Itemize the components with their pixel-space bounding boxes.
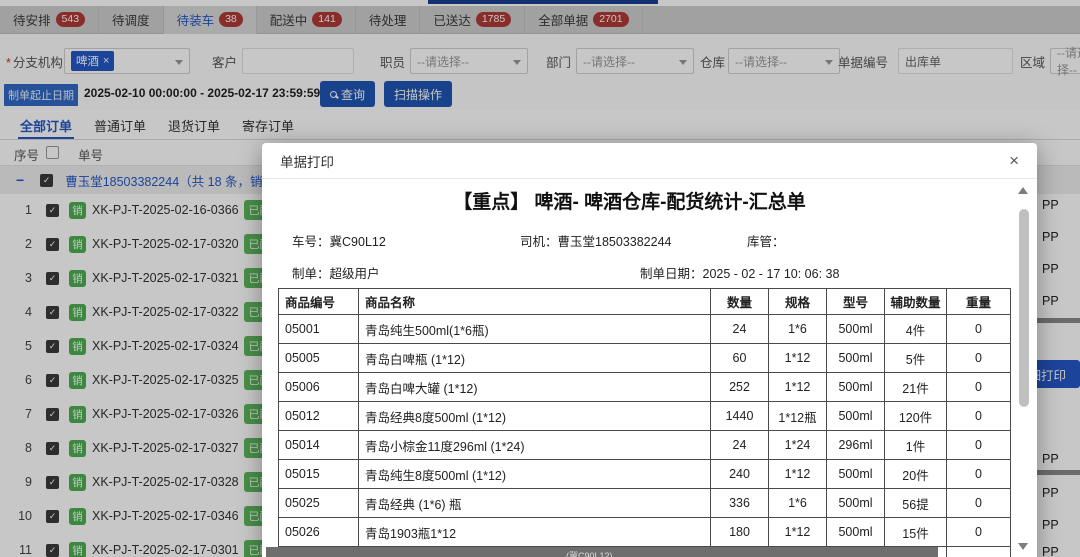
product-cell: 1*12 [769, 460, 827, 489]
product-cell: 青岛纯生8度500ml (1*12) [359, 460, 711, 489]
product-cell: 1*24 [769, 431, 827, 460]
product-row: 05001青岛纯生500ml(1*6瓶)241*6500ml4件0 [279, 315, 1011, 344]
product-row: 05012青岛经典8度500ml (1*12)14401*12瓶500ml120… [279, 402, 1011, 431]
make-date-info: 制单日期：2025 - 02 - 17 10: 06: 38 [640, 263, 839, 282]
product-cell: 15件 [885, 518, 947, 547]
product-cell: 1*12 [769, 518, 827, 547]
product-cell: 05012 [279, 402, 359, 431]
product-cell: 5件 [885, 344, 947, 373]
product-cell: 1*12 [769, 344, 827, 373]
product-cell: 4件 [885, 315, 947, 344]
product-cell: 05025 [279, 489, 359, 518]
product-cell: 24 [711, 315, 769, 344]
page-footer-fragment: (冀C90L12) [566, 549, 613, 557]
column-header: 辅助数量 [885, 289, 947, 315]
product-cell: 252 [711, 373, 769, 402]
product-cell: 1*12 [769, 373, 827, 402]
maker-info: 制单：超级用户 [292, 263, 380, 282]
product-cell: 青岛白啤瓶 (1*12) [359, 344, 711, 373]
product-cell: 0 [947, 402, 1011, 431]
product-row: 05005青岛白啤瓶 (1*12)601*12500ml5件0 [279, 344, 1011, 373]
product-cell: 青岛经典 (1*6) 瓶 [359, 489, 711, 518]
product-summary-table: 商品编号商品名称数量规格型号辅助数量重量 05001青岛纯生500ml(1*6瓶… [278, 288, 1011, 557]
print-dialog-title: 单据打印 [280, 151, 334, 171]
product-cell: 296ml [827, 431, 885, 460]
print-dialog-header: 单据打印 × [262, 143, 1037, 179]
column-header: 商品编号 [279, 289, 359, 315]
keeper-info: 库管： [747, 231, 785, 250]
close-icon[interactable]: × [1009, 152, 1019, 169]
product-cell: 0 [947, 373, 1011, 402]
product-cell: 20件 [885, 460, 947, 489]
product-cell: 500ml [827, 344, 885, 373]
product-cell: 05014 [279, 431, 359, 460]
product-cell: 1*6 [769, 315, 827, 344]
column-header: 商品名称 [359, 289, 711, 315]
product-cell: 0 [947, 431, 1011, 460]
product-cell: 500ml [827, 460, 885, 489]
product-cell: 青岛白啤大罐 (1*12) [359, 373, 711, 402]
product-cell: 56提 [885, 489, 947, 518]
product-cell: 1440 [711, 402, 769, 431]
product-row: 05014青岛小棕金11度296ml (1*24)241*24296ml1件0 [279, 431, 1011, 460]
product-cell: 青岛1903瓶1*12 [359, 518, 711, 547]
product-cell: 0 [947, 344, 1011, 373]
product-cell: 05001 [279, 315, 359, 344]
product-cell: 1*6 [769, 489, 827, 518]
product-cell: 500ml [827, 373, 885, 402]
product-cell: 0 [947, 489, 1011, 518]
product-cell: 青岛经典8度500ml (1*12) [359, 402, 711, 431]
product-cell: 24 [711, 431, 769, 460]
product-cell: 120件 [885, 402, 947, 431]
scroll-down-icon[interactable] [1018, 543, 1028, 550]
product-row: 05015青岛纯生8度500ml (1*12)2401*12500ml20件0 [279, 460, 1011, 489]
product-cell [947, 547, 1011, 557]
product-cell: 1*12瓶 [769, 402, 827, 431]
scroll-up-icon[interactable] [1018, 187, 1028, 194]
table-header-row: 商品编号商品名称数量规格型号辅助数量重量 [279, 289, 1011, 315]
product-cell: 500ml [827, 518, 885, 547]
product-cell: 500ml [827, 315, 885, 344]
product-row: 05026青岛1903瓶1*121801*12500ml15件0 [279, 518, 1011, 547]
product-cell: 500ml [827, 402, 885, 431]
product-cell: 21件 [885, 373, 947, 402]
product-cell: 05015 [279, 460, 359, 489]
scrollbar-thumb[interactable] [1019, 209, 1029, 407]
product-cell: 336 [711, 489, 769, 518]
column-header: 规格 [769, 289, 827, 315]
product-cell: 0 [947, 315, 1011, 344]
column-header: 型号 [827, 289, 885, 315]
product-cell: 青岛小棕金11度296ml (1*24) [359, 431, 711, 460]
product-cell: 05006 [279, 373, 359, 402]
product-row: 05006青岛白啤大罐 (1*12)2521*12500ml21件0 [279, 373, 1011, 402]
product-cell: 500ml [827, 489, 885, 518]
page-edge-strip: (冀C90L12) [266, 547, 938, 557]
product-cell: 青岛纯生500ml(1*6瓶) [359, 315, 711, 344]
product-row: 05025青岛经典 (1*6) 瓶3361*6500ml56提0 [279, 489, 1011, 518]
product-cell: 05005 [279, 344, 359, 373]
product-cell: 05026 [279, 518, 359, 547]
document-title: 【重点】 啤酒- 啤酒仓库-配货统计-汇总单 [262, 187, 997, 214]
product-cell: 0 [947, 460, 1011, 489]
column-header: 数量 [711, 289, 769, 315]
print-dialog: 单据打印 × 【重点】 啤酒- 啤酒仓库-配货统计-汇总单 车号：冀C90L12… [262, 143, 1037, 557]
column-header: 重量 [947, 289, 1011, 315]
product-cell: 1件 [885, 431, 947, 460]
product-cell: 240 [711, 460, 769, 489]
product-cell: 0 [947, 518, 1011, 547]
product-cell: 60 [711, 344, 769, 373]
vehicle-info: 车号：冀C90L12 [292, 231, 386, 250]
product-cell: 180 [711, 518, 769, 547]
driver-info: 司机：曹玉堂18503382244 [520, 231, 672, 250]
